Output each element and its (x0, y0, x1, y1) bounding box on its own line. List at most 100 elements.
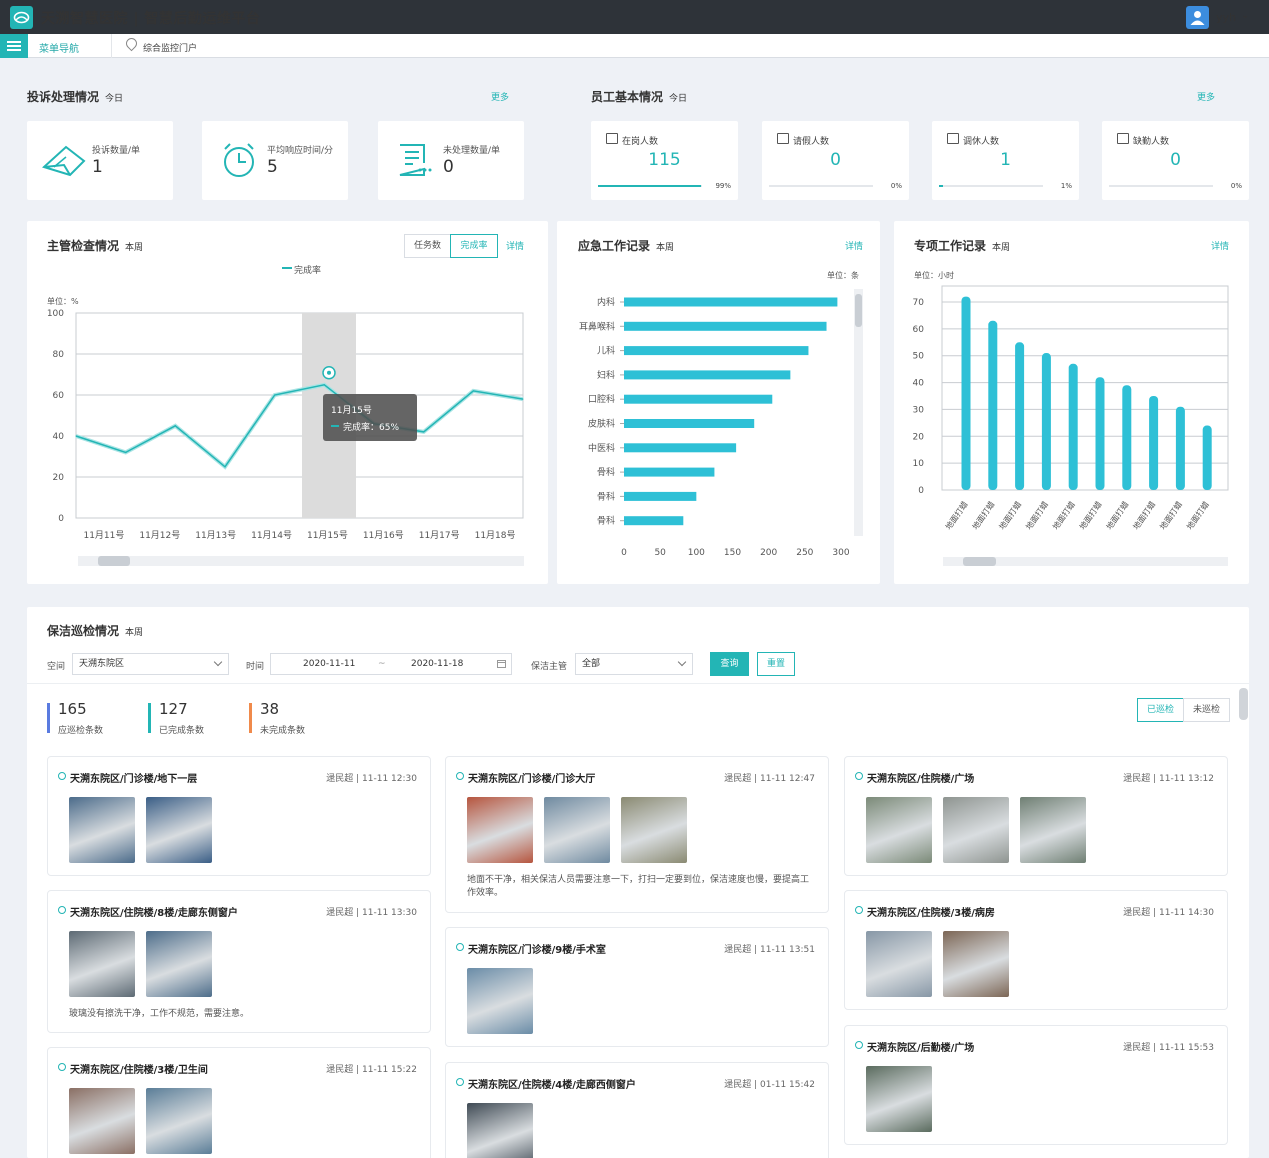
chart-scroll-handle[interactable] (963, 557, 996, 566)
staff-more-link[interactable]: 更多 (1197, 90, 1215, 103)
progress-percent: 0% (1230, 182, 1242, 190)
patrol-record-card[interactable]: 天溯东院区/住院楼/8楼/走廊东侧窗户 逯民超 | 11-11 13:30 玻璃没有… (47, 890, 431, 1033)
special-detail-link[interactable]: 详情 (1211, 239, 1229, 252)
patrol-photo[interactable] (866, 931, 932, 997)
reset-button[interactable]: 重置 (757, 652, 795, 676)
series-point[interactable] (274, 394, 276, 396)
patrol-photo[interactable] (866, 1066, 932, 1132)
patrol-photo[interactable] (146, 797, 212, 863)
patrol-record-card[interactable]: 天溯东院区/后勤楼/广场 逯民超 | 11-11 15:53 (844, 1025, 1228, 1145)
bar[interactable] (624, 346, 809, 356)
kpi-value: 5 (267, 157, 278, 177)
bar[interactable] (1068, 363, 1078, 490)
staff-label: 请假人数 (793, 137, 830, 147)
series-point[interactable] (75, 435, 77, 437)
patrol-record-card[interactable]: 天溯东院区/住院楼/3楼/卫生间 逯民超 | 11-11 15:22 (47, 1047, 431, 1158)
bar[interactable] (1149, 396, 1159, 490)
patrol-photo[interactable] (69, 1088, 135, 1154)
date-range-input[interactable]: 2020-11-11 ~ 2020-11-18 (270, 653, 512, 675)
bar[interactable] (624, 467, 715, 477)
bar[interactable] (624, 443, 737, 453)
manager-select[interactable]: 全部 (575, 653, 693, 675)
patrol-photo[interactable] (467, 797, 533, 863)
user-avatar-icon[interactable] (1186, 6, 1209, 29)
bar[interactable] (624, 370, 791, 380)
patrol-record-card[interactable]: 天溯东院区/门诊楼/9楼/手术室 逯民超 | 11-11 13:51 (445, 927, 829, 1047)
scrollbar[interactable] (1239, 688, 1248, 720)
patrol-photo[interactable] (146, 1088, 212, 1154)
patrol-photo[interactable] (544, 797, 610, 863)
vertical-bar-chart: 010203040506070地面打蜡 地面打蜡 地面打蜡 地面打蜡 地面打蜡 地面打蜡地… (913, 285, 1229, 566)
supervisor-detail-link[interactable]: 详情 (506, 239, 524, 252)
bar[interactable] (1095, 377, 1105, 490)
chart-scroll-track[interactable] (78, 556, 524, 566)
bar[interactable] (1122, 385, 1132, 490)
series-point[interactable] (423, 431, 425, 433)
date-from[interactable]: 2020-11-11 (303, 654, 355, 674)
legend-label[interactable]: 完成率 (294, 263, 321, 276)
bar[interactable] (1015, 342, 1025, 490)
bar[interactable] (624, 321, 827, 331)
patrol-record-card[interactable]: 天溯东院区/门诊楼/地下一层 逯民超 | 11-11 12:30 (47, 756, 431, 876)
progress-fill (598, 185, 701, 187)
tooltip-swatch (331, 425, 339, 427)
supervisor-title: 主管检查情况 本周 (47, 239, 144, 253)
bar[interactable] (961, 296, 971, 490)
patrol-photo[interactable] (146, 931, 212, 997)
menu-nav-label[interactable]: 菜单导航 (39, 40, 79, 55)
tab-unpatrolled[interactable]: 未巡检 (1183, 698, 1230, 722)
patrol-photo[interactable] (866, 797, 932, 863)
bar[interactable] (624, 516, 684, 526)
patrol-photo[interactable] (621, 797, 687, 863)
series-point[interactable] (224, 466, 226, 468)
series-point[interactable] (323, 384, 325, 386)
category-label: 中医科 (588, 442, 615, 454)
complaints-title: 投诉处理情况 今日 (27, 90, 124, 104)
bar[interactable] (1041, 353, 1051, 490)
bar[interactable] (1202, 425, 1212, 490)
staff-card: 在岗人数 115 99% (591, 121, 738, 200)
series-point[interactable] (522, 398, 524, 400)
patrol-location: 天溯东院区/住院楼/广场 (867, 774, 975, 785)
bar[interactable] (624, 394, 773, 404)
tab-rate[interactable]: 完成率 (450, 234, 498, 258)
bar[interactable] (1175, 406, 1185, 490)
series-point[interactable] (125, 451, 127, 453)
hamburger-icon (7, 41, 21, 43)
app-title: 天溯智慧医院 | 智慧后勤运维平台 (41, 11, 261, 27)
emergency-detail-link[interactable]: 详情 (845, 239, 863, 252)
user-name[interactable]: yyh (1216, 11, 1236, 24)
patrol-photo[interactable] (69, 931, 135, 997)
patrol-photo[interactable] (467, 968, 533, 1034)
chart-scroll-handle[interactable] (98, 556, 130, 566)
x-tick-label: 0 (621, 548, 627, 558)
patrol-photo[interactable] (467, 1103, 533, 1158)
menu-toggle-button[interactable] (0, 34, 28, 58)
patrol-record-card[interactable]: 天溯东院区/住院楼/3楼/病房 逯民超 | 11-11 14:30 (844, 890, 1228, 1010)
manager-label: 保洁主管 (531, 662, 568, 672)
bar[interactable] (624, 297, 838, 307)
bar[interactable] (624, 419, 755, 428)
date-to[interactable]: 2020-11-18 (411, 654, 463, 674)
patrol-photo[interactable] (1020, 797, 1086, 863)
patrol-record-card[interactable]: 天溯东院区/住院楼/广场 逯民超 | 11-11 13:12 (844, 756, 1228, 876)
legend-swatch (282, 267, 292, 269)
complaints-more-link[interactable]: 更多 (491, 90, 509, 103)
query-button[interactable]: 查询 (710, 652, 749, 676)
patrol-photo[interactable] (943, 797, 1009, 863)
patrol-record-card[interactable]: 天溯东院区/住院楼/4楼/走廊西侧窗户 逯民超 | 01-11 15:42 (445, 1062, 829, 1158)
patrol-record-card[interactable]: 天溯东院区/门诊楼/门诊大厅 逯民超 | 11-11 12:47 地面不干净，相关保… (445, 756, 829, 913)
chart-scroll-handle[interactable] (855, 294, 862, 327)
bar[interactable] (624, 491, 697, 501)
patrol-photo[interactable] (69, 797, 135, 863)
series-point[interactable] (472, 390, 474, 392)
tab-tasks[interactable]: 任务数 (404, 234, 451, 258)
patrol-photo[interactable] (943, 931, 1009, 997)
space-select[interactable]: 天溯东院区 (72, 653, 229, 675)
chevron-down-icon[interactable]: ⌄ (1241, 10, 1249, 21)
series-point[interactable] (174, 425, 176, 427)
tab-patrolled[interactable]: 已巡检 (1137, 698, 1184, 722)
location-pin-icon (456, 772, 464, 780)
bar[interactable] (988, 320, 998, 490)
patrol-location: 天溯东院区/住院楼/8楼/走廊东侧窗户 (70, 908, 238, 919)
